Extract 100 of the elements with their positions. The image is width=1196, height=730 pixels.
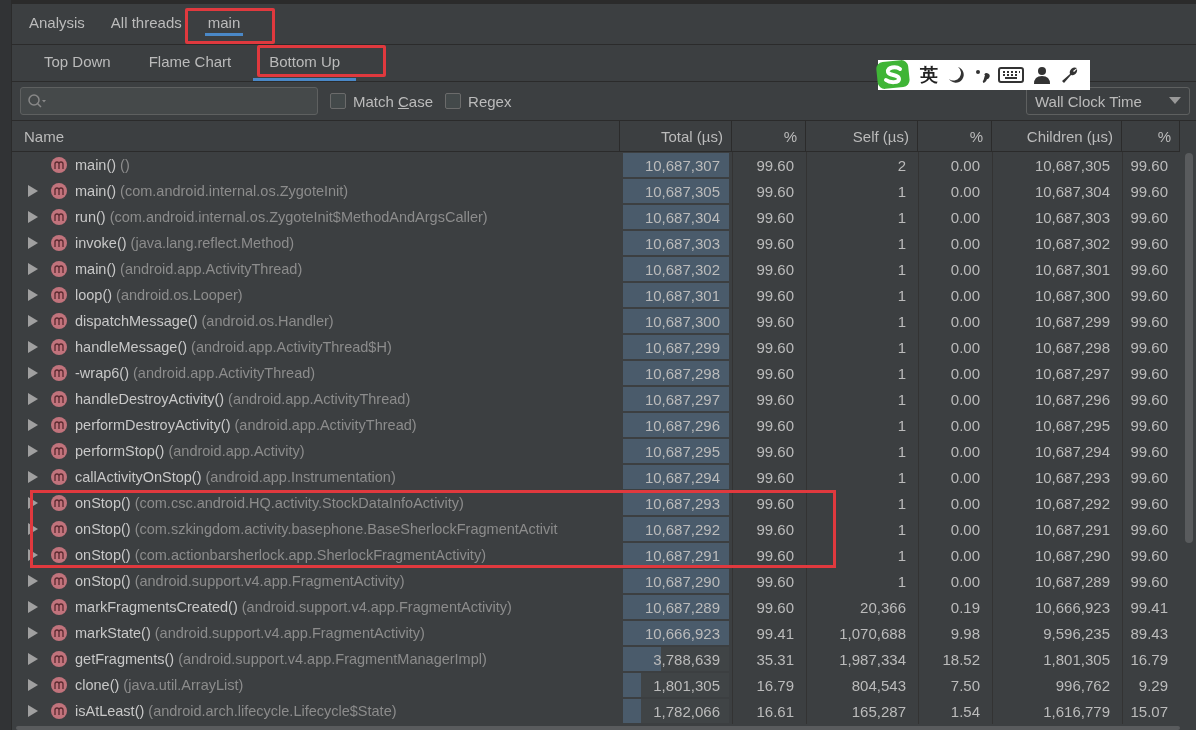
- table-cell: 1: [897, 442, 906, 460]
- table-cell: 1: [897, 572, 906, 590]
- wrench-icon[interactable]: [1060, 65, 1080, 85]
- method-icon: [51, 677, 67, 693]
- column-header[interactable]: %: [732, 121, 806, 151]
- table-cell: 1: [897, 468, 906, 486]
- moon-icon[interactable]: [946, 65, 966, 85]
- table-cell: 1: [897, 208, 906, 226]
- expand-icon[interactable]: [28, 575, 38, 587]
- clock-dropdown[interactable]: Wall Clock Time: [1026, 87, 1190, 115]
- expand-icon[interactable]: [28, 237, 38, 249]
- search-field[interactable]: [20, 87, 318, 115]
- table-cell: 10,687,299: [1034, 312, 1110, 330]
- expand-icon[interactable]: [28, 705, 38, 717]
- table-cell-text: 10,687,292: [644, 520, 721, 538]
- expand-icon[interactable]: [28, 315, 38, 327]
- table-cell: 9,596,235: [1043, 624, 1110, 642]
- column-header[interactable]: Children (µs): [992, 121, 1122, 151]
- expand-icon[interactable]: [28, 497, 38, 509]
- table-cell: 1,070,688: [839, 624, 906, 642]
- method-name: main(): [75, 261, 117, 277]
- view-tab[interactable]: Top Down: [28, 45, 127, 81]
- method-name: main(): [75, 183, 117, 199]
- table-cell: 0.00: [950, 520, 980, 538]
- method-icon: [51, 209, 67, 225]
- method-icon: [51, 443, 67, 459]
- column-header[interactable]: Name: [12, 121, 620, 151]
- class-name: (android.support.v4.app.FragmentActivity): [134, 573, 405, 589]
- method-name: isAtLeast(): [75, 703, 145, 719]
- method-icon: [51, 521, 67, 537]
- keyboard-icon[interactable]: [998, 66, 1024, 84]
- table-cell-text: 10,687,302: [644, 260, 721, 278]
- expand-icon[interactable]: [28, 263, 38, 275]
- method-name: handleDestroyActivity(): [75, 391, 225, 407]
- class-name: (android.os.Handler): [201, 313, 334, 329]
- thread-tab[interactable]: main: [196, 4, 252, 44]
- table-cell: 1: [897, 390, 906, 408]
- class-name: (java.lang.reflect.Method): [130, 235, 295, 251]
- table-cell: 99.41: [756, 624, 794, 642]
- table-cell-text: 10,687,297: [644, 390, 721, 408]
- table-cell: 20,366: [860, 598, 906, 616]
- table-cell: 99.60: [756, 494, 794, 512]
- table-cell: 99.60: [756, 598, 794, 616]
- table-cell: 1.54: [950, 702, 980, 720]
- view-tab[interactable]: Flame Chart: [132, 45, 248, 81]
- expand-icon[interactable]: [28, 289, 38, 301]
- expand-icon[interactable]: [28, 419, 38, 431]
- table-cell: 0.00: [950, 442, 980, 460]
- table-cell: 0.00: [950, 286, 980, 304]
- expand-icon[interactable]: [28, 679, 38, 691]
- checkbox[interactable]: [330, 93, 346, 109]
- table-cell: 10,687,296: [1034, 390, 1110, 408]
- table-cell: 99.60: [756, 520, 794, 538]
- expand-icon[interactable]: [28, 185, 38, 197]
- method-icon: [51, 391, 67, 407]
- table-cell-text: 1,801,305: [653, 676, 721, 694]
- table-cell-text: 3,788,639: [653, 650, 721, 668]
- table-cell: 10,687,300: [1034, 286, 1110, 304]
- column-header[interactable]: %: [918, 121, 992, 151]
- thread-tab[interactable]: Analysis: [18, 4, 96, 44]
- table-cell-text: 10,687,294: [644, 468, 721, 486]
- table-cell: 996,762: [1055, 676, 1110, 694]
- thread-tab[interactable]: All threads: [99, 4, 193, 44]
- table-cell-text: 10,687,298: [644, 364, 721, 382]
- table-cell-text: 10,687,295: [644, 442, 721, 460]
- class-name: (android.app.ActivityThread): [228, 391, 411, 407]
- checkbox-label[interactable]: Match Case: [353, 92, 434, 110]
- table-cell: 1: [897, 182, 906, 200]
- table-cell: 10,687,297: [1034, 364, 1110, 382]
- table-cell: 99.60: [756, 286, 794, 304]
- expand-icon[interactable]: [28, 471, 38, 483]
- expand-icon[interactable]: [28, 627, 38, 639]
- table-cell-text: 10,687,303: [644, 234, 721, 252]
- table-cell: 0.00: [950, 208, 980, 226]
- expand-icon[interactable]: [28, 367, 38, 379]
- table-cell: 10,687,302: [1034, 234, 1110, 252]
- table-cell: 16.79: [1130, 650, 1168, 668]
- table-cell-text: 10,687,289: [644, 598, 721, 616]
- expand-icon[interactable]: [28, 393, 38, 405]
- table-cell: 99.60: [1130, 182, 1168, 200]
- table-cell: 0.00: [950, 338, 980, 356]
- column-header[interactable]: Total (µs): [620, 121, 732, 151]
- checkbox-label[interactable]: Regex: [468, 92, 512, 110]
- class-name: (com.csc.android.HQ.activity.StockDataInfoActivity): [134, 495, 464, 511]
- expand-icon[interactable]: [28, 523, 38, 535]
- ime-language[interactable]: 英: [920, 63, 938, 87]
- table-cell-text: 10,687,293: [644, 494, 721, 512]
- expand-icon[interactable]: [28, 341, 38, 353]
- table-cell: 0.00: [950, 468, 980, 486]
- checkbox[interactable]: [445, 93, 462, 109]
- column-header[interactable]: Self (µs): [806, 121, 918, 151]
- expand-icon[interactable]: [28, 211, 38, 223]
- expand-icon[interactable]: [28, 549, 38, 561]
- expand-icon[interactable]: [28, 601, 38, 613]
- view-tab[interactable]: Bottom Up: [253, 45, 357, 81]
- method-icon: [51, 365, 67, 381]
- expand-icon[interactable]: [28, 445, 38, 457]
- person-icon[interactable]: [1032, 65, 1052, 85]
- method-icon: [51, 469, 67, 485]
- expand-icon[interactable]: [28, 653, 38, 665]
